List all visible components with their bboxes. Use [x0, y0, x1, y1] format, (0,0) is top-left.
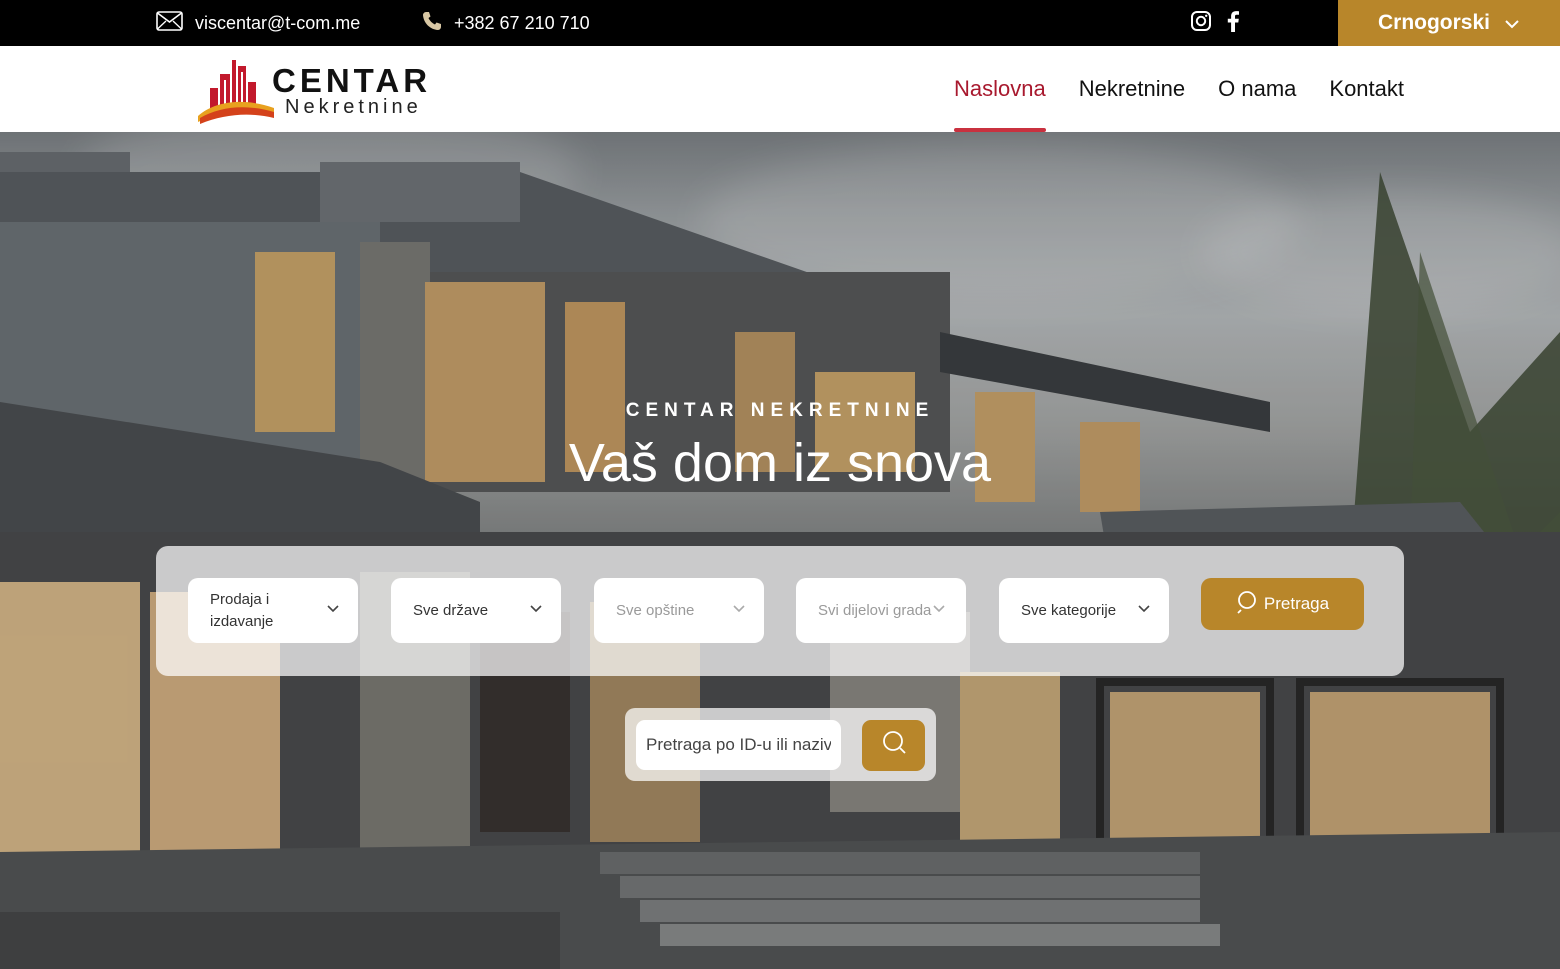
search-button[interactable]: Pretraga [1201, 578, 1364, 630]
id-search-input[interactable] [636, 720, 841, 770]
phone-icon [422, 11, 442, 36]
envelope-icon [156, 10, 183, 36]
select-label: Sve države [413, 601, 489, 619]
nav-item-o-nama[interactable]: O nama [1218, 46, 1296, 132]
id-search-panel [625, 708, 936, 781]
nav-item-nekretnine[interactable]: Nekretnine [1079, 46, 1185, 132]
select-category[interactable]: Sve kategorije [999, 578, 1169, 643]
site-header: CENTAR Nekretnine Naslovna Nekretnine O … [0, 46, 1560, 132]
hero-kicker: CENTAR NEKRETNINE [625, 400, 935, 421]
select-municipality[interactable]: Sve opštine [594, 578, 764, 643]
top-bar: viscentar@t-com.me +382 67 210 710 Crnog… [0, 0, 1560, 46]
facebook-icon[interactable] [1226, 10, 1240, 37]
chevron-down-icon [327, 605, 339, 613]
select-label: Sve opštine [616, 601, 695, 619]
search-panel: Prodaja i izdavanje Sve države Sve opšti… [156, 546, 1404, 676]
select-label: Svi dijelovi grada [818, 601, 932, 619]
id-search-button[interactable] [862, 720, 925, 771]
select-city-district[interactable]: Svi dijelovi grada [796, 578, 966, 643]
search-icon [1236, 590, 1260, 619]
language-label: Crnogorski [1377, 11, 1490, 34]
chevron-down-icon [530, 605, 542, 613]
instagram-icon[interactable] [1190, 10, 1212, 37]
nav-item-kontakt[interactable]: Kontakt [1329, 46, 1404, 132]
select-country[interactable]: Sve države [391, 578, 561, 643]
email-text: viscentar@t-com.me [195, 12, 361, 33]
chevron-down-icon [733, 605, 745, 613]
search-button-label: Pretraga [1263, 594, 1330, 613]
search-icon [880, 729, 908, 762]
logo-title: CENTAR [272, 62, 432, 99]
chevron-down-icon [1138, 605, 1150, 613]
logo-building-icon [198, 60, 274, 124]
hero-section: CENTAR NEKRETNINE Vaš dom iz snova Proda… [0, 132, 1560, 969]
select-transaction-type[interactable]: Prodaja i izdavanje [188, 578, 358, 643]
main-nav: Naslovna Nekretnine O nama Kontakt [954, 46, 1404, 132]
email-contact[interactable]: viscentar@t-com.me [156, 0, 360, 46]
select-label: Prodaja i izdavanje [210, 590, 274, 630]
social-links [1190, 0, 1240, 46]
nav-item-naslovna[interactable]: Naslovna [954, 46, 1046, 132]
logo-subtitle: Nekretnine [285, 96, 422, 118]
language-selector[interactable]: Crnogorski [1338, 0, 1560, 46]
chevron-down-icon [933, 605, 945, 613]
logo[interactable]: CENTAR Nekretnine [196, 56, 456, 124]
chevron-down-icon [1504, 11, 1520, 35]
select-label: Sve kategorije [1021, 601, 1117, 619]
phone-contact[interactable]: +382 67 210 710 [422, 0, 590, 46]
phone-text: +382 67 210 710 [454, 12, 590, 33]
hero-title: Vaš dom iz snova [568, 433, 992, 493]
